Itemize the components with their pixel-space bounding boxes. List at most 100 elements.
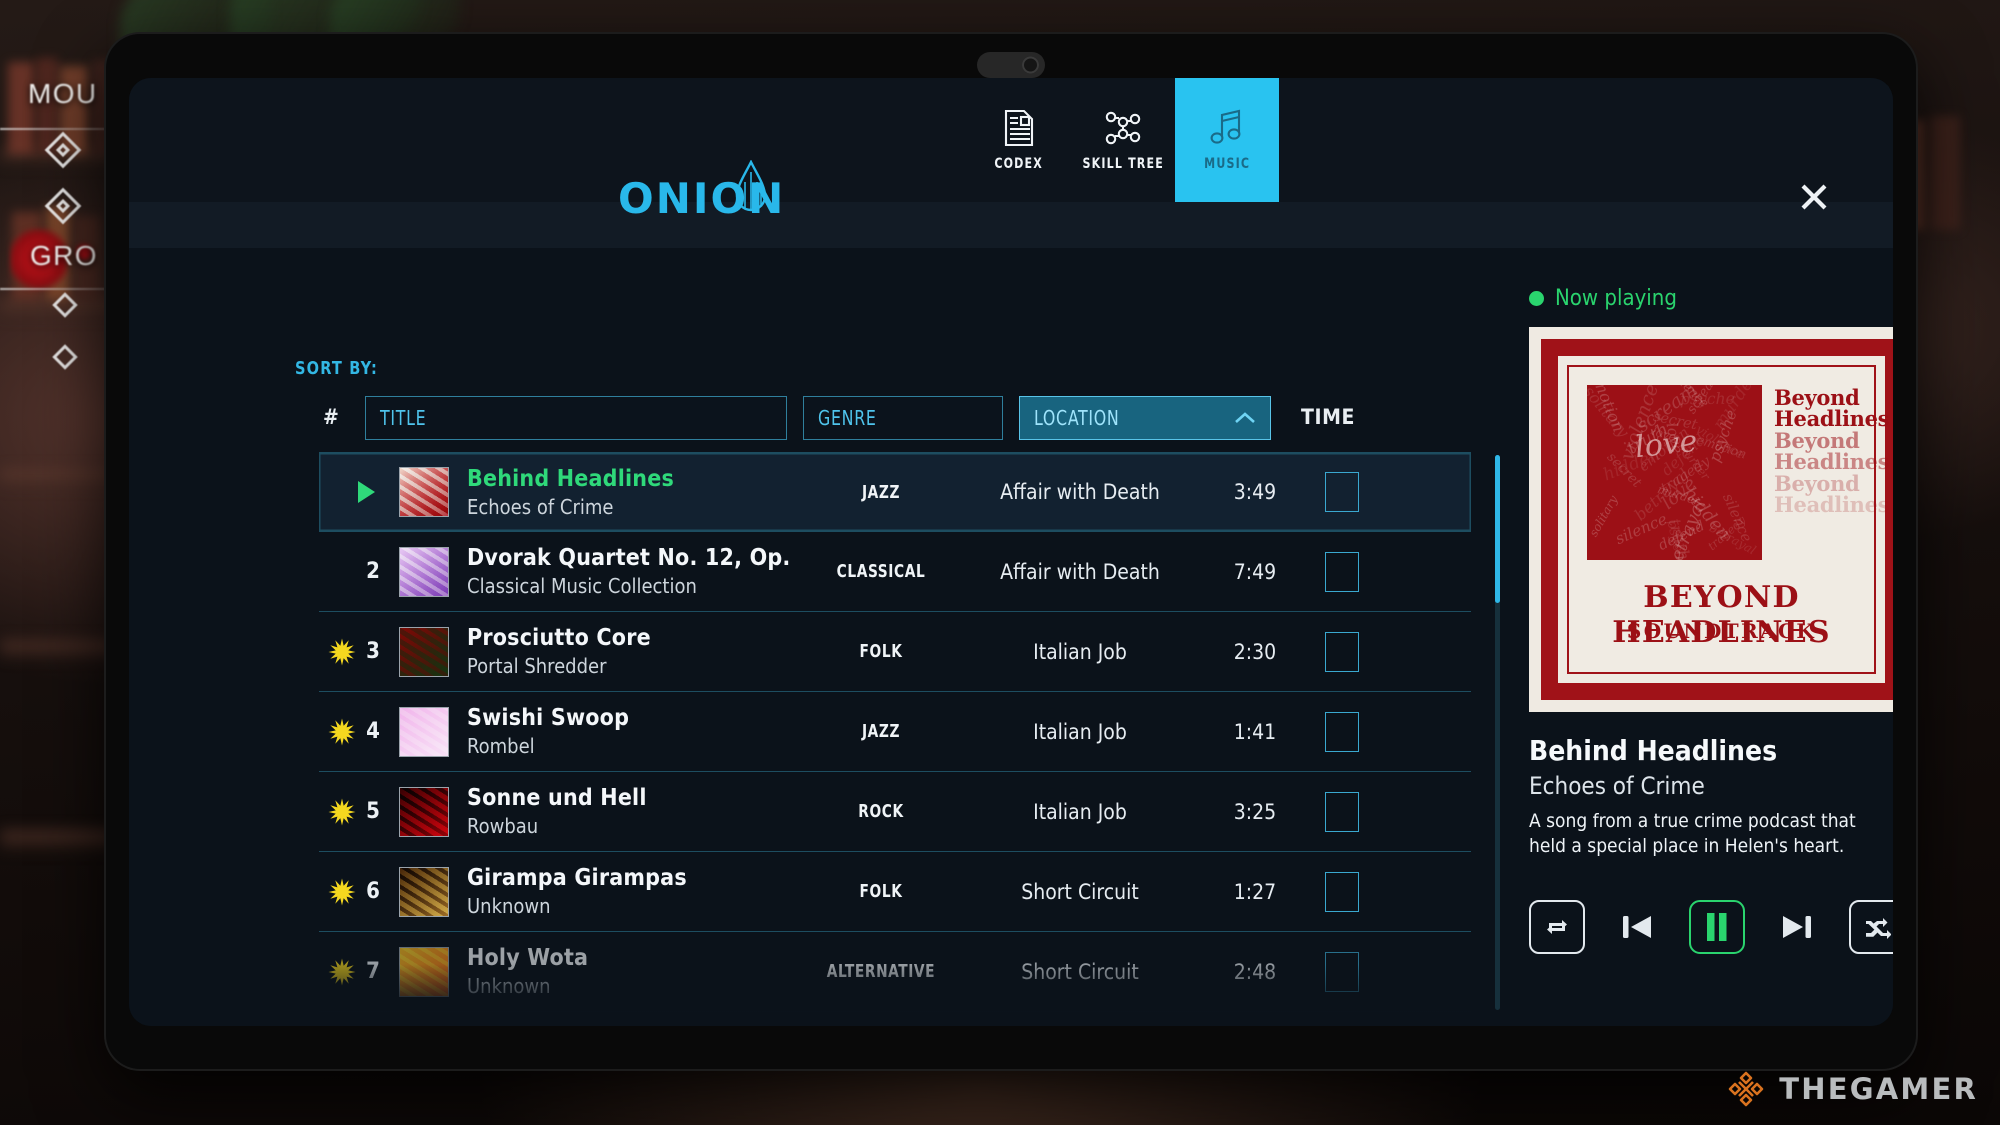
album-art-echo-6: Headlines (1774, 492, 1890, 518)
new-star-icon (328, 958, 356, 985)
track-album-art (399, 546, 449, 597)
now-playing-description: A song from a true crime podcast that he… (1529, 810, 1856, 858)
track-artist: Unknown (467, 894, 551, 918)
tab-skill-tree[interactable]: SKILL TREE (1071, 78, 1175, 202)
track-row[interactable]: 4 Swishi Swoop Rombel JAZZ Italian Job 1:41 (319, 692, 1471, 772)
track-title: Swishi Swoop (467, 705, 630, 731)
track-names: Sonne und Hell Rowbau (467, 785, 797, 838)
sort-button-genre[interactable]: GENRE (803, 396, 1003, 440)
now-playing-panel: Now playing love betrayal violence emotion p… (1529, 286, 1893, 954)
track-artist: Classical Music Collection (467, 574, 697, 598)
onion-drop-icon (735, 160, 767, 212)
close-button[interactable] (1795, 178, 1833, 216)
playback-controls[interactable] (1529, 899, 1893, 954)
track-marker: 6 (319, 878, 385, 906)
tab-codex[interactable]: CODEX (967, 78, 1071, 202)
track-names: Holy Wota Unknown (467, 945, 797, 998)
track-marker: 4 (319, 718, 385, 746)
track-location: Italian Job (1033, 799, 1127, 824)
track-select-checkbox[interactable] (1325, 711, 1359, 752)
track-names: Prosciutto Core Portal Shredder (467, 625, 797, 678)
track-album-art (399, 626, 449, 677)
album-art-subtitle: SOUNDTRACK (1626, 619, 1817, 643)
track-row[interactable]: 6 Girampa Girampas Unknown FOLK Short Circui… (319, 852, 1471, 932)
sort-button-title[interactable]: TITLE (365, 396, 787, 440)
track-number: 2 (366, 559, 380, 584)
now-playing-title: Behind Headlines (1529, 734, 1778, 767)
track-album-art (399, 786, 449, 837)
column-header-genre: GENRE (818, 406, 877, 430)
tab-label: MUSIC (1203, 155, 1250, 172)
scrollbar[interactable] (1495, 455, 1500, 1010)
track-list[interactable]: Behind Headlines Echoes of Crime JAZZ Affai… (319, 452, 1471, 1012)
track-marker: 2 (319, 559, 385, 584)
track-title: Behind Headlines (467, 465, 674, 492)
repeat-button[interactable] (1529, 899, 1585, 954)
scrollbar-thumb[interactable] (1495, 455, 1500, 603)
new-star-icon (328, 798, 356, 825)
track-row[interactable]: 5 Sonne und Hell Rowbau ROCK Italian Job 3:25 (319, 772, 1471, 852)
header-divider-band (129, 202, 1893, 248)
pause-icon (1707, 912, 1727, 941)
music-panel: SORT BY: # TITLE GENRE LOCATION TIME Beh… (129, 248, 1893, 1026)
track-select-checkbox[interactable] (1325, 951, 1359, 992)
track-select-checkbox[interactable] (1325, 631, 1359, 672)
now-playing-header: Now playing (1529, 286, 1893, 311)
track-album-art (399, 866, 449, 917)
track-row[interactable]: 2 Dvorak Quartet No. 12, Op. 96, I... Clas… (319, 532, 1471, 612)
previous-button[interactable] (1609, 900, 1665, 954)
hud-label-2: GRO (30, 240, 98, 271)
column-header-time: TIME (1301, 405, 1356, 429)
track-row[interactable]: 7 Holy Wota Unknown ALTERNATIVE Short Circui… (319, 932, 1471, 1012)
track-number: 5 (366, 799, 380, 824)
track-select-checkbox[interactable] (1325, 551, 1359, 592)
track-row[interactable]: 3 Prosciutto Core Portal Shredder FOLK Itali… (319, 612, 1471, 692)
album-art-echo-2: Headlines (1774, 406, 1890, 432)
track-genre: FOLK (859, 641, 903, 662)
track-genre: JAZZ (861, 721, 901, 742)
track-title: Prosciutto Core (467, 625, 651, 651)
track-genre: ROCK (858, 801, 904, 822)
new-star-icon (328, 638, 356, 665)
album-art-frame: love betrayal violence emotion psyche murder h… (1541, 339, 1893, 700)
play-triangle-icon (358, 481, 375, 503)
track-row[interactable]: Behind Headlines Echoes of Crime JAZZ Affai… (319, 452, 1471, 532)
track-album-art (399, 946, 449, 997)
track-time: 3:25 (1233, 799, 1277, 824)
album-art-echo-3: Beyond (1774, 427, 1860, 453)
skill-tree-icon (1105, 111, 1141, 144)
tab-bar[interactable]: CODEX SKILL TREE MUSIC (967, 78, 1279, 202)
camera-notch (977, 52, 1045, 78)
column-header-row: # TITLE GENRE LOCATION TIME (295, 396, 1425, 440)
next-track-icon (1783, 915, 1811, 938)
track-marker: 7 (319, 958, 385, 986)
tab-music[interactable]: MUSIC (1175, 78, 1279, 202)
track-select-checkbox[interactable] (1325, 791, 1359, 832)
track-genre: CLASSICAL (836, 561, 926, 582)
album-art: love betrayal violence emotion psyche murder h… (1529, 327, 1893, 712)
track-select-checkbox[interactable] (1325, 871, 1359, 912)
previous-track-icon (1623, 915, 1651, 938)
pause-button[interactable] (1689, 899, 1745, 954)
sort-button-location[interactable]: LOCATION (1019, 396, 1271, 440)
new-star-icon (328, 878, 356, 905)
shuffle-icon (1866, 917, 1891, 939)
track-genre: FOLK (859, 881, 903, 902)
shuffle-button[interactable] (1849, 899, 1893, 954)
track-time: 2:48 (1233, 959, 1277, 984)
tablet-device: ONION CODEX SKILL TREE MUSIC SORT BY: # … (106, 34, 1916, 1069)
next-button[interactable] (1769, 900, 1825, 954)
track-select-checkbox[interactable] (1325, 472, 1359, 512)
track-names: Behind Headlines Echoes of Crime (467, 466, 797, 519)
track-marker (319, 481, 385, 503)
album-art-scribble-word-love: love (1633, 423, 1700, 466)
watermark: THEGAMER (1726, 1069, 1978, 1109)
track-location: Italian Job (1033, 639, 1127, 664)
track-names: Girampa Girampas Unknown (467, 865, 797, 918)
track-title: Girampa Girampas (467, 865, 687, 891)
track-time: 1:27 (1233, 879, 1277, 904)
track-artist: Rombel (467, 734, 535, 758)
track-genre: ALTERNATIVE (826, 961, 936, 982)
track-artist: Portal Shredder (467, 654, 607, 678)
track-artist: Unknown (467, 974, 551, 998)
